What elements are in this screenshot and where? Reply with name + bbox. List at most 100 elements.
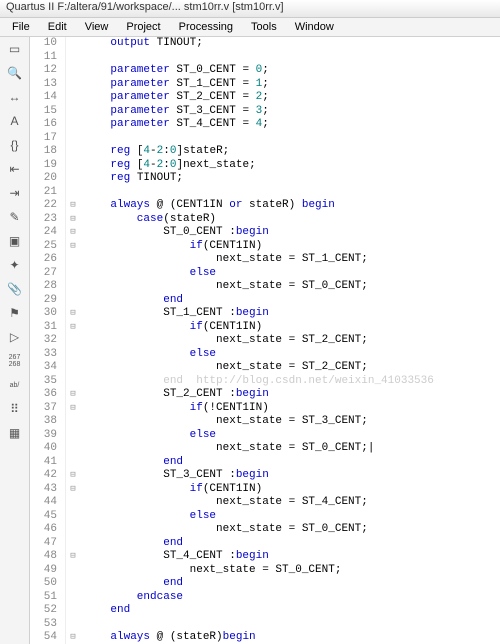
code-line[interactable]: end bbox=[84, 537, 500, 551]
code-line[interactable]: next_state = ST_0_CENT; bbox=[84, 280, 500, 294]
insert-icon[interactable]: ▣ bbox=[5, 232, 25, 250]
grid-icon[interactable]: ▦ bbox=[5, 424, 25, 442]
fold-marker[interactable]: ⊟ bbox=[66, 226, 80, 240]
replace-icon[interactable]: ↔ bbox=[5, 88, 25, 106]
fold-marker[interactable]: ⊟ bbox=[66, 240, 80, 254]
code-line[interactable]: end bbox=[84, 456, 500, 470]
indent-left-icon[interactable]: ⇤ bbox=[5, 160, 25, 178]
ruler-icon[interactable]: ⠿ bbox=[5, 400, 25, 418]
fold-gutter[interactable]: ⊟⊟⊟⊟⊟⊟⊟⊟⊟⊟⊟⊟⊟⊟ bbox=[66, 37, 80, 644]
code-line[interactable]: reg TINOUT; bbox=[84, 172, 500, 186]
fold-marker[interactable]: ⊟ bbox=[66, 402, 80, 416]
code-line[interactable]: output TINOUT; bbox=[84, 37, 500, 51]
fold-marker[interactable]: ⊟ bbox=[66, 483, 80, 497]
fold-marker bbox=[66, 91, 80, 105]
ab-icon[interactable]: ab/ bbox=[5, 376, 25, 394]
fold-marker[interactable]: ⊟ bbox=[66, 307, 80, 321]
menu-tools[interactable]: Tools bbox=[243, 20, 285, 34]
code-line[interactable]: if(!CENT1IN) bbox=[84, 402, 500, 416]
fold-marker bbox=[66, 118, 80, 132]
code-line[interactable] bbox=[84, 186, 500, 200]
code-line[interactable]: else bbox=[84, 267, 500, 281]
code-line[interactable] bbox=[84, 51, 500, 65]
wand-icon[interactable]: ✎ bbox=[5, 208, 25, 226]
code-line[interactable]: next_state = ST_2_CENT; bbox=[84, 334, 500, 348]
highlight-icon[interactable]: ✦ bbox=[5, 256, 25, 274]
code-line[interactable]: endcase bbox=[84, 591, 500, 605]
fold-marker[interactable]: ⊟ bbox=[66, 550, 80, 564]
code-line[interactable]: if(CENT1IN) bbox=[84, 321, 500, 335]
code-line[interactable]: ST_3_CENT :begin bbox=[84, 469, 500, 483]
fold-marker[interactable]: ⊟ bbox=[66, 213, 80, 227]
fold-marker[interactable]: ⊟ bbox=[66, 631, 80, 644]
code-line[interactable]: else bbox=[84, 510, 500, 524]
code-line[interactable]: ST_2_CENT :begin bbox=[84, 388, 500, 402]
menu-window[interactable]: Window bbox=[287, 20, 342, 34]
binoculars-icon[interactable]: 🔍 bbox=[5, 64, 25, 82]
menu-file[interactable]: File bbox=[4, 20, 38, 34]
fold-marker bbox=[66, 267, 80, 281]
fold-marker bbox=[66, 253, 80, 267]
code-line[interactable]: reg [4-2:0]stateR; bbox=[84, 145, 500, 159]
code-line[interactable]: next_state = ST_4_CENT; bbox=[84, 496, 500, 510]
code-line[interactable]: end bbox=[84, 294, 500, 308]
fold-marker[interactable]: ⊟ bbox=[66, 469, 80, 483]
code-line[interactable]: ST_0_CENT :begin bbox=[84, 226, 500, 240]
code-content[interactable]: output TINOUT; parameter ST_0_CENT = 0; … bbox=[80, 37, 500, 644]
code-line[interactable]: next_state = ST_3_CENT; bbox=[84, 415, 500, 429]
code-line[interactable]: parameter ST_4_CENT = 4; bbox=[84, 118, 500, 132]
line-number: 14 bbox=[30, 91, 57, 105]
code-line[interactable]: next_state = ST_2_CENT; bbox=[84, 361, 500, 375]
code-line[interactable]: else bbox=[84, 429, 500, 443]
line-number: 10 bbox=[30, 37, 57, 51]
fold-marker bbox=[66, 456, 80, 470]
line-number: 18 bbox=[30, 145, 57, 159]
code-editor[interactable]: 1011121314151617181920212223242526272829… bbox=[30, 37, 500, 644]
fold-marker bbox=[66, 280, 80, 294]
pin-icon[interactable]: 📎 bbox=[5, 280, 25, 298]
code-line[interactable]: if(CENT1IN) bbox=[84, 240, 500, 254]
num-icon[interactable]: 267 268 bbox=[5, 352, 25, 370]
code-line[interactable]: end bbox=[84, 577, 500, 591]
fold-marker[interactable]: ⊟ bbox=[66, 199, 80, 213]
code-line[interactable]: parameter ST_0_CENT = 0; bbox=[84, 64, 500, 78]
code-line[interactable] bbox=[84, 132, 500, 146]
flag-icon[interactable]: ⚑ bbox=[5, 304, 25, 322]
menu-processing[interactable]: Processing bbox=[171, 20, 241, 34]
fold-marker bbox=[66, 523, 80, 537]
fold-marker bbox=[66, 159, 80, 173]
line-number: 50 bbox=[30, 577, 57, 591]
code-line[interactable] bbox=[84, 618, 500, 632]
menu-project[interactable]: Project bbox=[118, 20, 168, 34]
code-line[interactable]: end bbox=[84, 604, 500, 618]
code-line[interactable]: always @ (stateR)begin bbox=[84, 631, 500, 644]
code-line[interactable]: ST_4_CENT :begin bbox=[84, 550, 500, 564]
code-line[interactable]: ST_1_CENT :begin bbox=[84, 307, 500, 321]
code-line[interactable]: reg [4-2:0]next_state; bbox=[84, 159, 500, 173]
menu-view[interactable]: View bbox=[77, 20, 117, 34]
menu-edit[interactable]: Edit bbox=[40, 20, 75, 34]
fold-marker bbox=[66, 361, 80, 375]
doc-icon[interactable]: ▭ bbox=[5, 40, 25, 58]
code-line[interactable]: next_state = ST_0_CENT;| bbox=[84, 442, 500, 456]
code-line[interactable]: else bbox=[84, 348, 500, 362]
fold-marker bbox=[66, 105, 80, 119]
code-line[interactable]: if(CENT1IN) bbox=[84, 483, 500, 497]
braces-icon[interactable]: {} bbox=[5, 136, 25, 154]
fold-marker[interactable]: ⊟ bbox=[66, 388, 80, 402]
code-line[interactable]: parameter ST_1_CENT = 1; bbox=[84, 78, 500, 92]
code-line[interactable]: next_state = ST_0_CENT; bbox=[84, 564, 500, 578]
code-line[interactable]: next_state = ST_0_CENT; bbox=[84, 523, 500, 537]
text-icon[interactable]: A bbox=[5, 112, 25, 130]
code-line[interactable]: end http://blog.csdn.net/weixin_41033536 bbox=[84, 375, 500, 389]
code-line[interactable]: parameter ST_2_CENT = 2; bbox=[84, 91, 500, 105]
line-number: 22 bbox=[30, 199, 57, 213]
line-number: 46 bbox=[30, 523, 57, 537]
indent-right-icon[interactable]: ⇥ bbox=[5, 184, 25, 202]
code-line[interactable]: next_state = ST_1_CENT; bbox=[84, 253, 500, 267]
code-line[interactable]: always @ (CENT1IN or stateR) begin bbox=[84, 199, 500, 213]
code-line[interactable]: case(stateR) bbox=[84, 213, 500, 227]
code-line[interactable]: parameter ST_3_CENT = 3; bbox=[84, 105, 500, 119]
fold-marker[interactable]: ⊟ bbox=[66, 321, 80, 335]
play-icon[interactable]: ▷ bbox=[5, 328, 25, 346]
